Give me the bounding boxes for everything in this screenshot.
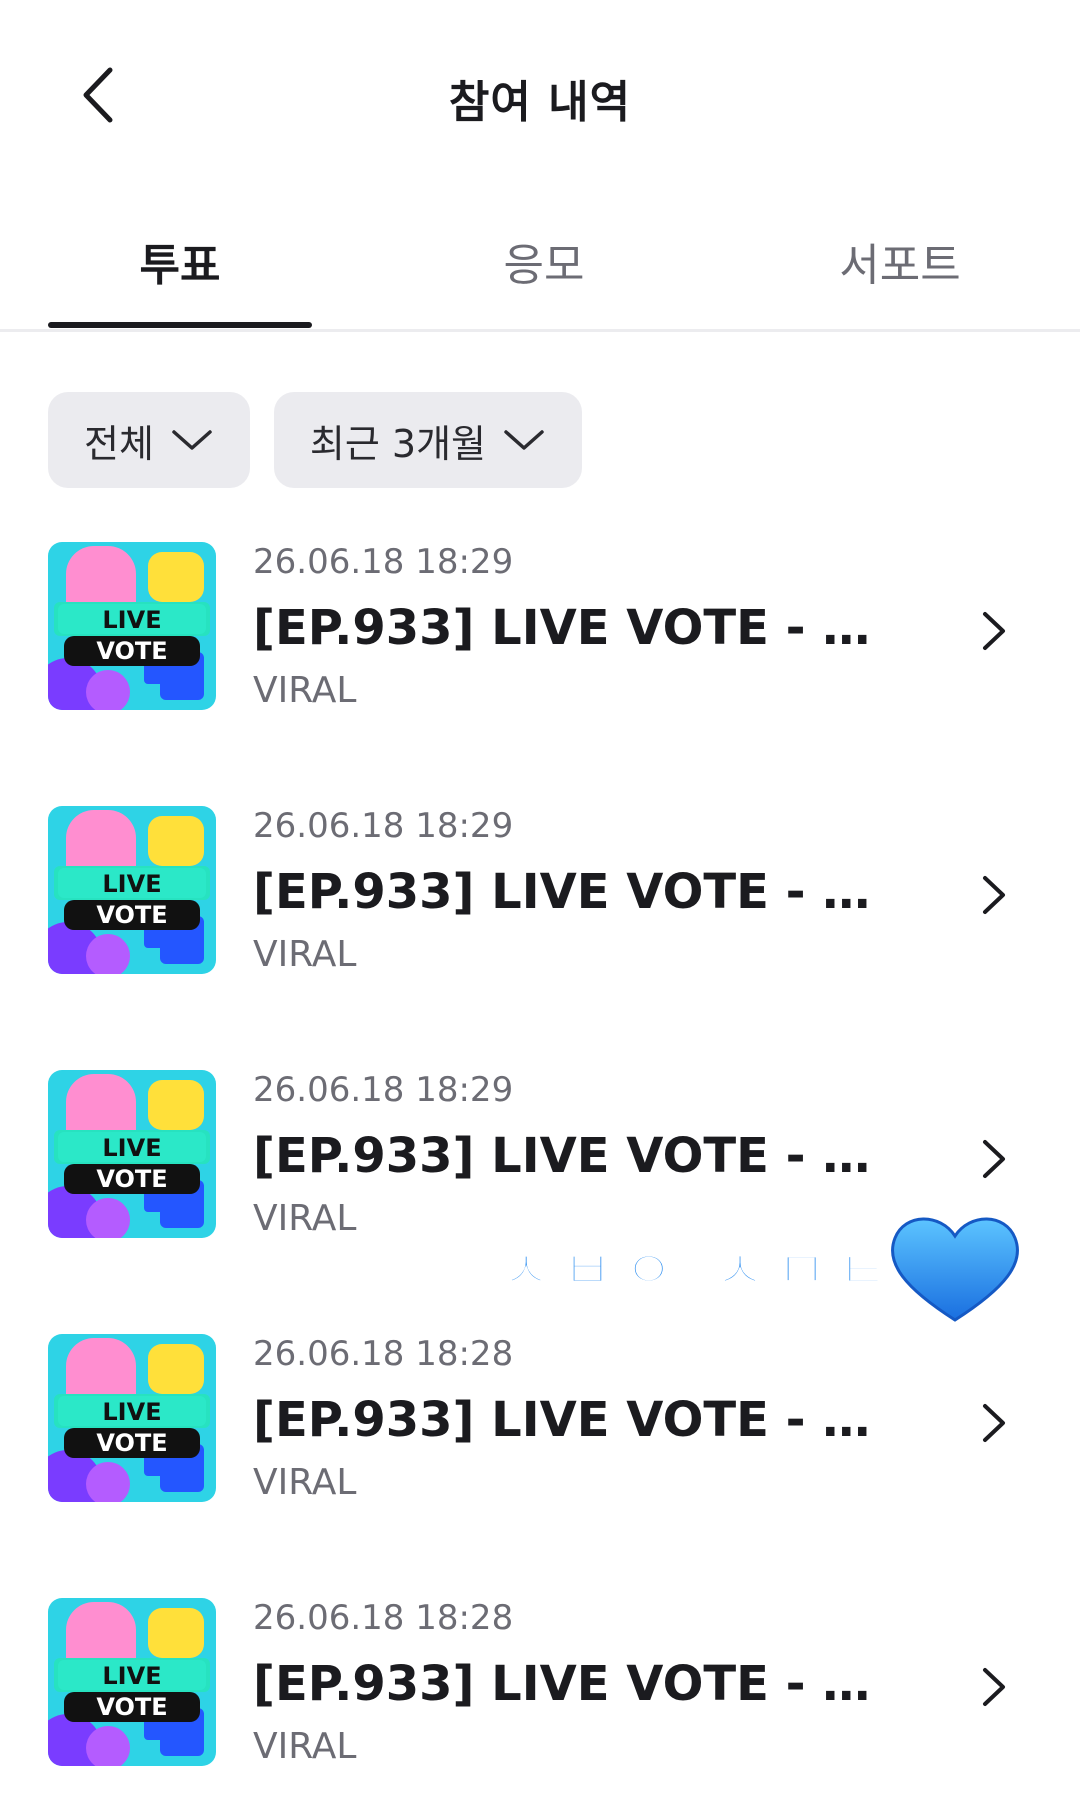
thumbnail-label-live: LIVE xyxy=(102,870,161,898)
tab-vote[interactable]: 투표 xyxy=(48,190,312,332)
chevron-down-icon xyxy=(504,430,544,450)
chevron-right-icon xyxy=(983,612,1005,650)
item-date: 26.06.18 18:28 xyxy=(253,1598,514,1638)
item-subtitle: VIRAL xyxy=(253,1462,357,1503)
thumbnail-label-vote: VOTE xyxy=(96,901,167,929)
period-filter-dropdown[interactable]: 최근 3개월 xyxy=(273,392,583,488)
live-vote-thumbnail: LIVE VOTE xyxy=(48,1070,216,1238)
chevron-down-icon xyxy=(172,430,212,450)
vote-history-item[interactable]: LIVE VOTE 26.06.18 18:29 [EP.933] LIVE V… xyxy=(0,804,1080,1068)
tab-entry[interactable]: 응모 xyxy=(412,190,676,332)
thumbnail-label-vote: VOTE xyxy=(96,637,167,665)
item-date: 26.06.18 18:29 xyxy=(253,542,514,582)
vote-history-item[interactable]: LIVE VOTE 26.06.18 18:28 [EP.933] LIVE V… xyxy=(0,1596,1080,1819)
item-title: [EP.933] LIVE VOTE - M COUNTDOWN xyxy=(253,600,913,656)
thumbnail-label-vote: VOTE xyxy=(96,1429,167,1457)
thumbnail-label-live: LIVE xyxy=(102,1662,161,1690)
live-vote-thumbnail: LIVE VOTE xyxy=(48,1598,216,1766)
blue-heart-icon xyxy=(891,1217,1019,1322)
item-title: [EP.933] LIVE VOTE - M COUNTDOWN xyxy=(253,1392,913,1448)
item-subtitle: VIRAL xyxy=(253,934,357,975)
thumbnail-label-live: LIVE xyxy=(102,606,161,634)
vote-history-item[interactable]: LIVE VOTE 26.06.18 18:29 [EP.933] LIVE V… xyxy=(0,540,1080,804)
thumbnail-label-vote: VOTE xyxy=(96,1693,167,1721)
active-tab-indicator xyxy=(48,322,312,328)
participation-history-screen: 참여 내역 투표 응모 서포트 전체 최근 3개월 LIVE VOTE 26.0… xyxy=(0,0,1080,1819)
page-title: 참여 내역 xyxy=(448,77,632,128)
vote-history-list: LIVE VOTE 26.06.18 18:29 [EP.933] LIVE V… xyxy=(0,540,1080,1819)
item-subtitle: VIRAL xyxy=(253,670,357,711)
item-date: 26.06.18 18:28 xyxy=(253,1334,514,1374)
sticker-text: ㅈㅂㅇ ㅅㅁㅌ xyxy=(500,1239,899,1304)
thumbnail-label-live: LIVE xyxy=(102,1398,161,1426)
item-date: 26.06.18 18:29 xyxy=(253,806,514,846)
live-vote-thumbnail: LIVE VOTE xyxy=(48,542,216,710)
live-vote-thumbnail: LIVE VOTE xyxy=(48,1334,216,1502)
item-title: [EP.933] LIVE VOTE - M COUNTDOWN xyxy=(253,1656,913,1712)
item-date: 26.06.18 18:29 xyxy=(253,1070,514,1110)
sticker-overlay: ㅈㅂㅇ ㅅㅁㅌ xyxy=(499,1208,1020,1328)
category-filter-dropdown[interactable]: 전체 xyxy=(48,392,250,488)
item-title: [EP.933] LIVE VOTE - M COUNTDOWN xyxy=(253,1128,913,1184)
category-filter-label: 전체 xyxy=(84,421,154,466)
period-filter-label: 최근 3개월 xyxy=(309,421,487,466)
live-vote-thumbnail: LIVE VOTE xyxy=(48,806,216,974)
filter-bar: 전체 최근 3개월 xyxy=(48,392,583,488)
chevron-right-icon xyxy=(983,1140,1005,1178)
chevron-right-icon xyxy=(983,1404,1005,1442)
item-subtitle: VIRAL xyxy=(253,1198,357,1239)
tab-bar: 투표 응모 서포트 xyxy=(0,190,1080,332)
thumbnail-label-vote: VOTE xyxy=(96,1165,167,1193)
chevron-right-icon xyxy=(983,1668,1005,1706)
header: 참여 내역 xyxy=(0,0,1080,190)
vote-history-item[interactable]: LIVE VOTE 26.06.18 18:28 [EP.933] LIVE V… xyxy=(0,1332,1080,1596)
tab-support[interactable]: 서포트 xyxy=(768,190,1032,332)
thumbnail-label-live: LIVE xyxy=(102,1134,161,1162)
item-title: [EP.933] LIVE VOTE - M COUNTDOWN xyxy=(253,864,913,920)
chevron-right-icon xyxy=(983,876,1005,914)
item-subtitle: VIRAL xyxy=(253,1726,357,1767)
